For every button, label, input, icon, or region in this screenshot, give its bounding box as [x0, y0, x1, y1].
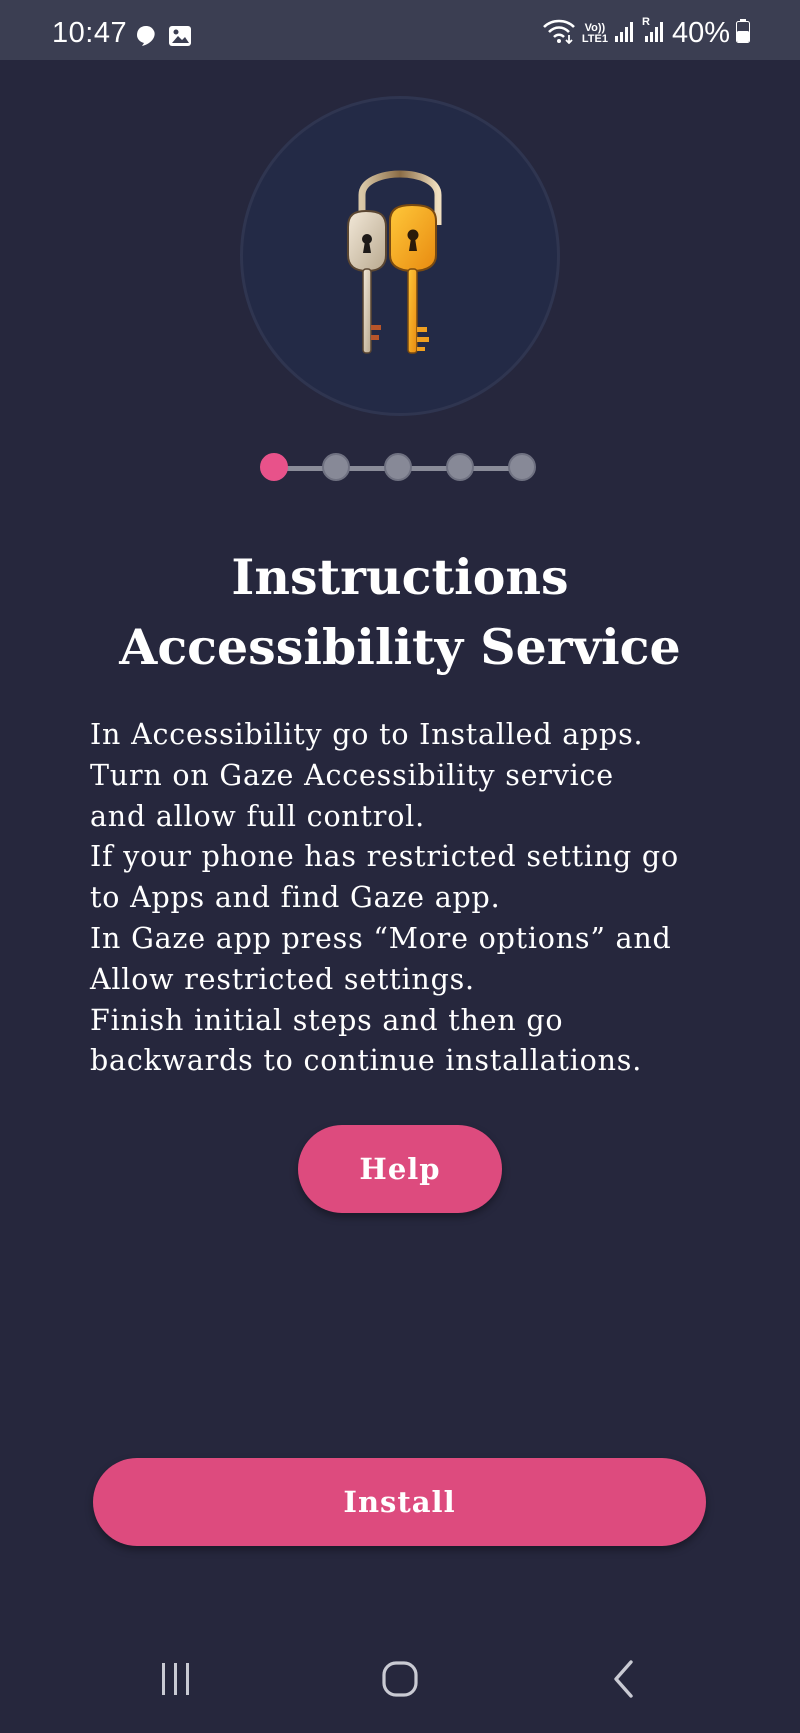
instruction-line: and allow full control. [90, 799, 425, 833]
instruction-line: backwards to continue installations. [90, 1044, 643, 1078]
step-indicator [260, 452, 542, 484]
instruction-line: Finish initial steps and then go [90, 1003, 564, 1037]
home-button[interactable] [370, 1656, 430, 1706]
page-title: Instructions Accessibility Service [0, 542, 800, 682]
status-bar: 10:47 Vo)) LTE1 R 40% [0, 0, 800, 60]
back-icon [609, 1659, 639, 1703]
padlock-keys-icon [340, 155, 460, 365]
instruction-line: If your phone has restricted setting go [90, 840, 679, 874]
signal-sim1-icon [614, 19, 636, 48]
chat-bubble-icon [136, 25, 156, 52]
status-time: 10:47 [52, 17, 128, 49]
back-button[interactable] [594, 1656, 654, 1706]
battery-icon [736, 19, 750, 48]
help-button[interactable]: Help [298, 1125, 502, 1213]
title-line-1: Instructions [231, 548, 569, 606]
title-line-2: Accessibility Service [119, 618, 681, 676]
instructions-text: In Accessibility go to Installed apps. T… [90, 715, 730, 1082]
home-icon [380, 1659, 420, 1703]
instruction-line: In Accessibility go to Installed apps. [90, 718, 644, 751]
step-dot-2 [322, 453, 350, 481]
volte-label: Vo)) [584, 21, 606, 34]
lte-label: LTE1 [581, 32, 608, 45]
recents-icon [156, 1661, 196, 1701]
status-right: Vo)) LTE1 R 40% [542, 17, 750, 50]
navigation-bar [0, 1640, 800, 1733]
signal-sim2-icon: R [641, 16, 666, 48]
status-left-icons [136, 24, 192, 53]
wifi-icon [542, 18, 576, 49]
recents-button[interactable] [146, 1656, 206, 1706]
image-icon [168, 24, 192, 53]
roaming-label: R [641, 16, 650, 28]
step-dot-1 [260, 453, 288, 481]
step-dot-5 [508, 453, 536, 481]
step-dot-4 [446, 453, 474, 481]
install-button[interactable]: Install [93, 1458, 706, 1546]
instruction-line: Allow restricted settings. [90, 962, 475, 996]
volte-icon: Vo)) LTE1 [581, 21, 608, 45]
instruction-line: to Apps and find Gaze app. [90, 881, 501, 915]
instruction-line: In Gaze app press “More options” and [90, 921, 672, 955]
battery-percent: 40% [671, 17, 730, 49]
step-dot-3 [384, 453, 412, 481]
instruction-line: Turn on Gaze Accessibility service [90, 758, 614, 792]
